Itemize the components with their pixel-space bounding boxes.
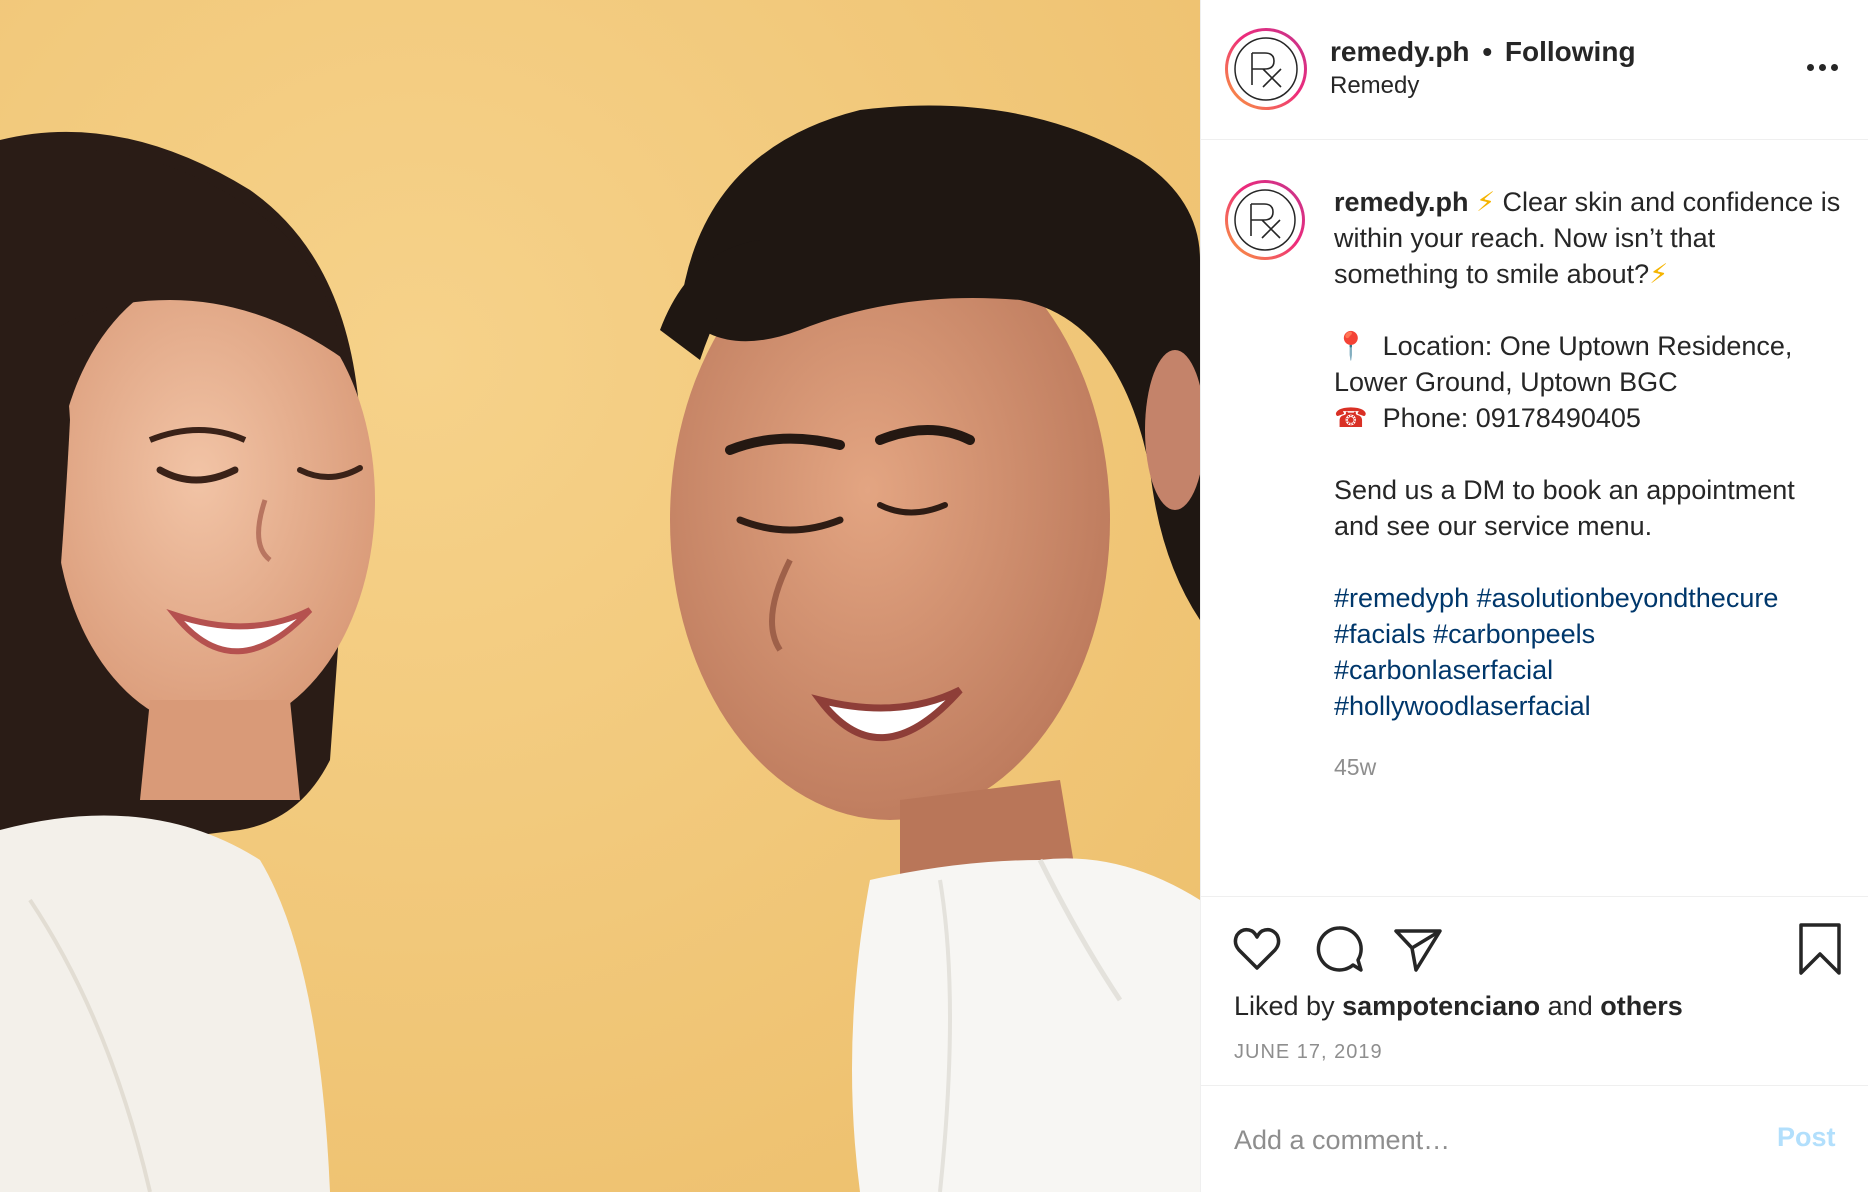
liked-prefix: Liked by (1234, 991, 1335, 1021)
username-link[interactable]: remedy.ph (1330, 36, 1470, 67)
caption-avatar[interactable] (1225, 180, 1305, 260)
hashtag-link[interactable]: #asolutionbeyondthecure (1477, 583, 1779, 613)
lightning-emoji: ⚡ (1649, 259, 1669, 289)
telephone-emoji: ☎ (1334, 403, 1368, 433)
location-text: Location: One Uptown Residence, Lower Gr… (1334, 331, 1793, 397)
hashtag-link[interactable]: #remedyph (1334, 583, 1469, 613)
caption-area: remedy.ph ⚡ Clear skin and confidence is… (1201, 140, 1868, 896)
header-username-line: remedy.ph • Following (1330, 36, 1636, 68)
hashtag-link[interactable]: #hollywoodlaserfacial (1334, 691, 1591, 721)
more-horizontal-icon[interactable] (1807, 64, 1839, 74)
post-actions: Liked by sampotenciano and others JUNE 1… (1201, 896, 1868, 1086)
share-icon[interactable] (1392, 923, 1444, 975)
comment-box: Post (1201, 1086, 1868, 1192)
comment-icon[interactable] (1313, 923, 1365, 975)
pin-emoji: 📍 (1334, 331, 1368, 361)
phone-text: Phone: 09178490405 (1382, 403, 1641, 433)
caption-time-ago[interactable]: 45w (1334, 754, 1376, 781)
remedy-logo-icon (1234, 37, 1298, 101)
hashtag-link[interactable]: #carbonlaserfacial (1334, 655, 1553, 685)
caption-username[interactable]: remedy.ph (1334, 187, 1469, 217)
post-details-panel: remedy.ph • Following Remedy remedy.ph ⚡… (1200, 0, 1868, 1192)
following-button[interactable]: Following (1505, 36, 1636, 67)
post-date[interactable]: JUNE 17, 2019 (1234, 1041, 1383, 1064)
liked-others-link[interactable]: others (1600, 991, 1683, 1021)
post-header: remedy.ph • Following Remedy (1201, 0, 1868, 140)
hashtag-link[interactable]: #facials (1334, 619, 1426, 649)
bookmark-icon[interactable] (1795, 921, 1845, 977)
liked-and: and (1547, 991, 1593, 1021)
comment-input[interactable] (1234, 1118, 1734, 1162)
post-caption: remedy.ph ⚡ Clear skin and confidence is… (1334, 184, 1844, 724)
lightning-emoji: ⚡ (1476, 187, 1496, 217)
liked-user-link[interactable]: sampotenciano (1342, 991, 1540, 1021)
header-subtitle: Remedy (1330, 72, 1420, 99)
remedy-logo-icon (1234, 189, 1296, 251)
photo-illustration (0, 0, 1200, 1192)
avatar[interactable] (1225, 28, 1307, 110)
post-photo[interactable] (0, 0, 1200, 1192)
cta-text: Send us a DM to book an appointment and … (1334, 475, 1795, 541)
post-button[interactable]: Post (1777, 1122, 1836, 1153)
liked-by-line: Liked by sampotenciano and others (1234, 991, 1683, 1022)
hashtag-link[interactable]: #carbonpeels (1433, 619, 1595, 649)
separator-dot: • (1482, 36, 1493, 67)
heart-icon[interactable] (1231, 923, 1283, 975)
